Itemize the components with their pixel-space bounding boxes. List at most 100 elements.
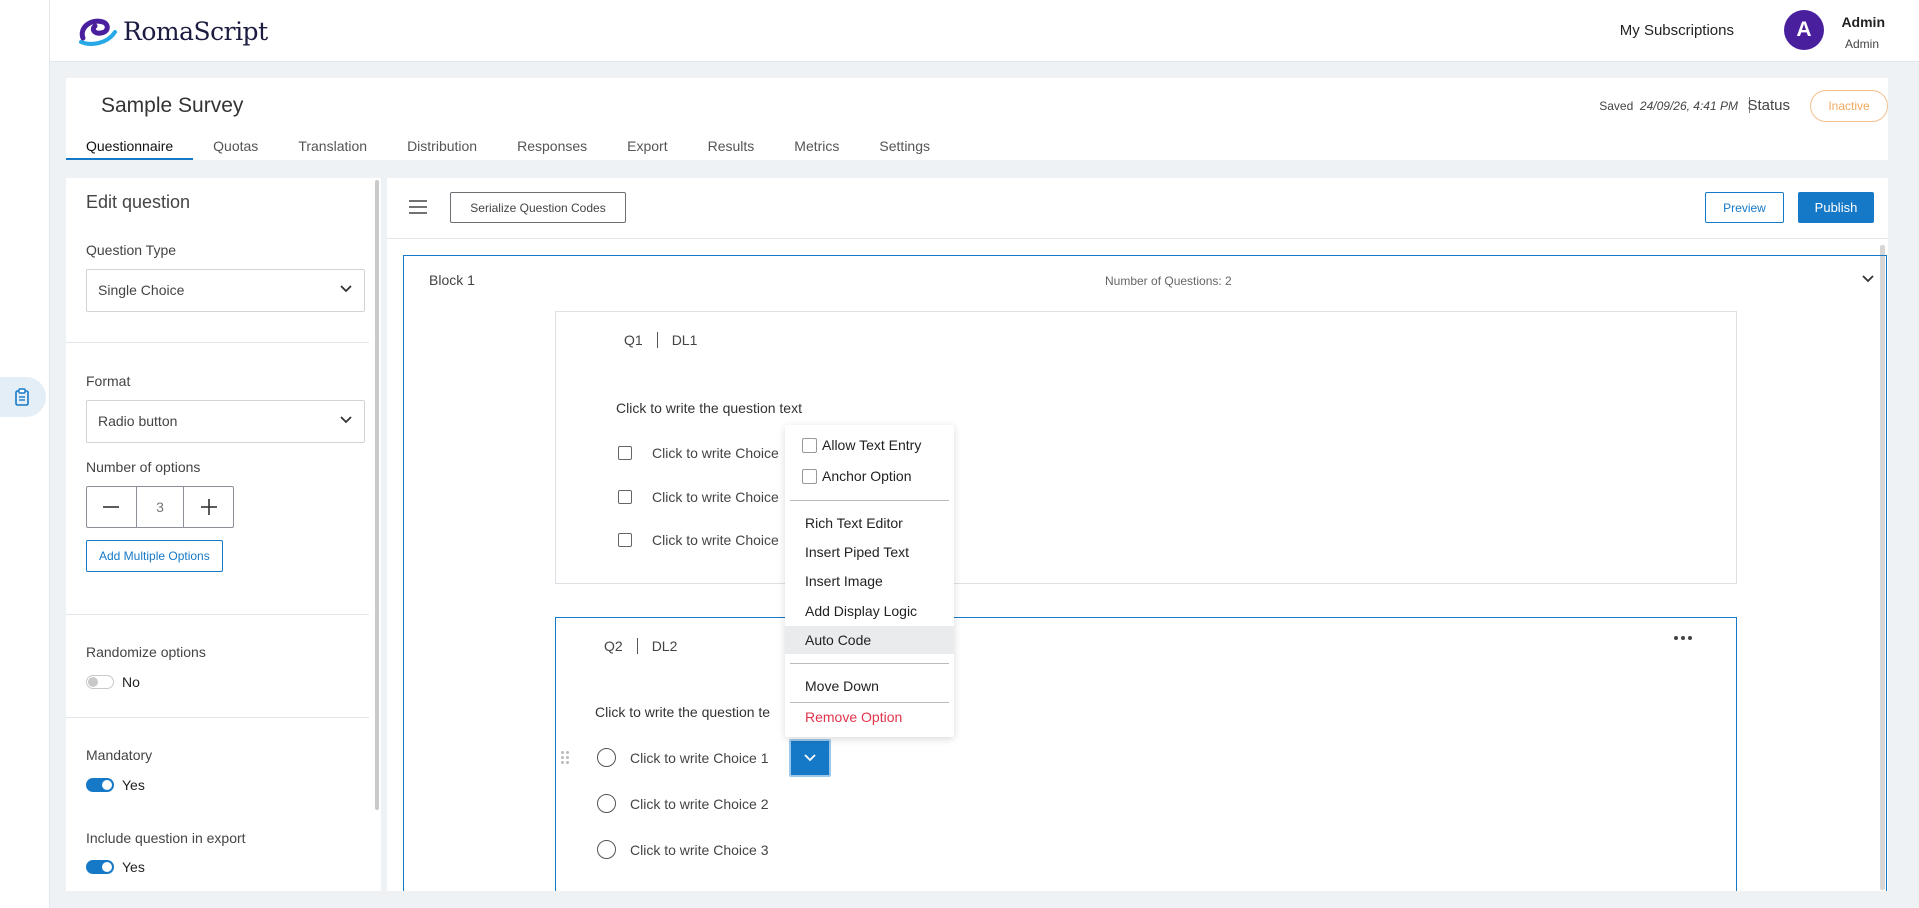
chevron-down-icon[interactable] [1862, 275, 1874, 283]
increment-button[interactable] [184, 487, 233, 527]
choice-label[interactable]: Click to write Choice [652, 489, 779, 505]
include-export-toggle[interactable] [86, 860, 114, 874]
clipboard-icon [15, 388, 29, 406]
tab-export[interactable]: Export [607, 135, 687, 160]
more-dots-icon[interactable] [1674, 636, 1692, 640]
block-title[interactable]: Block 1 [429, 272, 475, 288]
caret-down-icon [804, 754, 816, 762]
tab-distribution[interactable]: Distribution [387, 135, 497, 160]
left-rail [0, 0, 50, 908]
question-card-selected[interactable]: Q2 DL2 Click to write the question te Cl… [555, 617, 1737, 891]
choice-label[interactable]: Click to write Choice [652, 445, 779, 461]
include-export-toggle-row: Yes [86, 859, 145, 875]
question-card[interactable]: Q1 DL1 Click to write the question text … [555, 311, 1737, 584]
hamburger-icon[interactable] [409, 200, 427, 214]
num-options-stepper: 3 [86, 486, 234, 528]
choice-label[interactable]: Click to write Choice [652, 532, 779, 548]
tab-results[interactable]: Results [688, 135, 775, 160]
menu-item-insert-image[interactable]: Insert Image [785, 567, 954, 595]
choice-checkbox[interactable] [618, 490, 632, 504]
display-logic-code[interactable]: DL2 [652, 638, 678, 654]
serialize-codes-button[interactable]: Serialize Question Codes [450, 192, 626, 223]
menu-divider [790, 663, 949, 664]
choice-checkbox[interactable] [618, 533, 632, 547]
question-code[interactable]: Q1 [624, 332, 643, 348]
logo-mark-icon [79, 18, 117, 46]
format-select[interactable]: Radio button [86, 400, 365, 443]
display-logic-code[interactable]: DL1 [672, 332, 698, 348]
menu-item-anchor-option[interactable]: Anchor Option [785, 462, 954, 490]
survey-canvas: Serialize Question Codes Preview Publish… [387, 178, 1888, 891]
question-header: Q2 DL2 [604, 638, 677, 654]
choice-radio[interactable] [597, 748, 616, 767]
choice-item: Click to write Choice [618, 489, 779, 505]
choice-label[interactable]: Click to write Choice 2 [630, 796, 769, 812]
tab-responses[interactable]: Responses [497, 135, 607, 160]
tab-quotas[interactable]: Quotas [193, 135, 278, 160]
chevron-down-icon [340, 416, 352, 424]
choice-checkbox[interactable] [618, 446, 632, 460]
anchor-option-checkbox[interactable] [802, 468, 817, 484]
num-options-label: Number of options [86, 459, 201, 475]
menu-item-remove-option[interactable]: Remove Option [785, 703, 954, 731]
include-export-value: Yes [122, 859, 145, 875]
saved-info: Saved 24/09/26, 4:41 PM [1599, 99, 1738, 113]
choice-item: Click to write Choice 3 [597, 840, 769, 859]
question-block: Block 1 Number of Questions: 2 Q1 DL1 Cl… [403, 255, 1887, 891]
choice-item: Click to write Choice [618, 445, 779, 461]
menu-item-insert-piped-text[interactable]: Insert Piped Text [785, 538, 954, 566]
publish-button[interactable]: Publish [1798, 192, 1874, 223]
tab-settings[interactable]: Settings [859, 135, 950, 160]
mandatory-toggle[interactable] [86, 778, 114, 792]
top-header: RomaScript My Subscriptions A Admin Admi… [50, 0, 1919, 62]
header-divider [656, 332, 658, 348]
mandatory-label: Mandatory [86, 747, 153, 763]
menu-divider [790, 500, 949, 501]
preview-button[interactable]: Preview [1705, 192, 1784, 223]
logo[interactable]: RomaScript [77, 14, 268, 48]
user-name[interactable]: Admin [1841, 14, 1885, 30]
tab-questionnaire[interactable]: Questionnaire [66, 135, 194, 160]
my-subscriptions-link[interactable]: My Subscriptions [1620, 22, 1734, 39]
num-options-value[interactable]: 3 [135, 487, 185, 527]
question-header: Q1 DL1 [624, 332, 697, 348]
choice-label[interactable]: Click to write Choice 1 [630, 750, 769, 766]
panel-divider [66, 342, 369, 343]
add-multiple-options-button[interactable]: Add Multiple Options [86, 540, 223, 572]
question-type-select[interactable]: Single Choice [86, 269, 365, 312]
tab-translation[interactable]: Translation [278, 135, 387, 160]
choice-radio[interactable] [597, 794, 616, 813]
choice-context-menu: Allow Text Entry Anchor Option Rich Text… [785, 425, 954, 737]
logo-text: RomaScript [123, 16, 268, 46]
rail-item-questionnaire[interactable] [0, 377, 46, 417]
drag-handle-icon[interactable] [561, 751, 569, 764]
avatar[interactable]: A [1784, 10, 1824, 50]
tab-metrics[interactable]: Metrics [774, 135, 859, 160]
choice-radio[interactable] [597, 840, 616, 859]
user-role: Admin [1844, 37, 1879, 51]
include-export-label: Include question in export [86, 830, 246, 846]
question-text[interactable]: Click to write the question te [595, 704, 770, 720]
mandatory-value: Yes [122, 777, 145, 793]
status-badge[interactable]: Inactive [1810, 90, 1888, 122]
question-text[interactable]: Click to write the question text [616, 400, 802, 416]
block-question-count: Number of Questions: 2 [1105, 274, 1232, 288]
menu-item-add-display-logic[interactable]: Add Display Logic [785, 597, 954, 625]
choice-options-dropdown-button[interactable] [789, 739, 831, 777]
menu-item-allow-text-entry[interactable]: Allow Text Entry [785, 431, 954, 459]
menu-item-move-down[interactable]: Move Down [785, 672, 954, 700]
menu-item-auto-code[interactable]: Auto Code [785, 626, 954, 654]
menu-item-rich-text-editor[interactable]: Rich Text Editor [785, 509, 954, 537]
plus-icon [200, 499, 217, 515]
randomize-toggle[interactable] [86, 675, 114, 689]
choice-label[interactable]: Click to write Choice 3 [630, 842, 769, 858]
panel-scrollbar[interactable] [375, 180, 379, 810]
allow-text-entry-checkbox[interactable] [802, 437, 817, 453]
canvas-toolbar: Serialize Question Codes Preview Publish [387, 178, 1888, 239]
question-code[interactable]: Q2 [604, 638, 623, 654]
randomize-value: No [122, 674, 140, 690]
question-type-label: Question Type [86, 242, 177, 258]
decrement-button[interactable] [87, 487, 136, 527]
panel-title: Edit question [86, 192, 191, 212]
minus-icon [103, 506, 120, 508]
